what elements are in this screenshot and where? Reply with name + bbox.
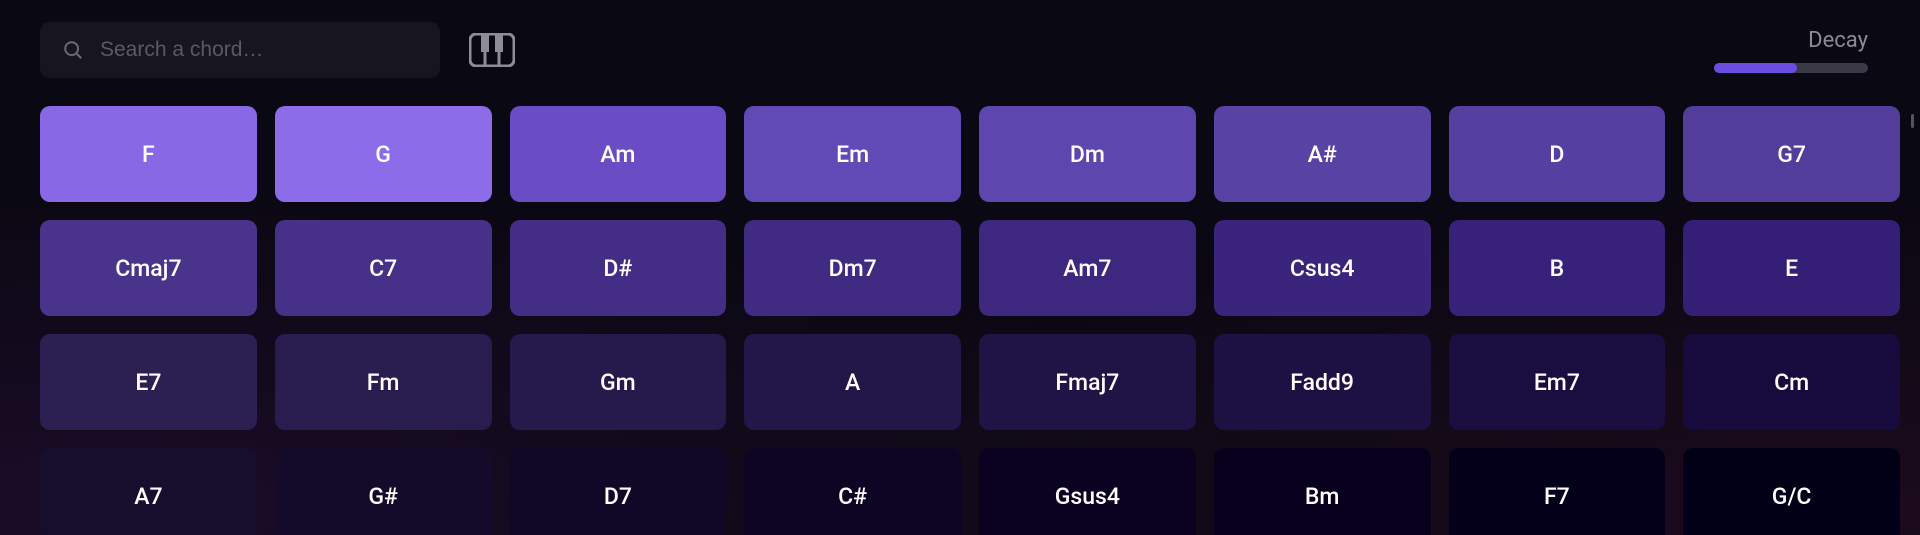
chord-label: Em [836,141,869,168]
chord-button[interactable]: Fadd9 [1214,334,1431,430]
chord-label: C# [838,483,867,510]
chord-label: Csus4 [1290,255,1355,282]
decay-slider-fill [1714,63,1797,73]
chord-label: E [1785,255,1798,282]
chord-button[interactable]: D# [510,220,727,316]
decay-label: Decay [1808,28,1868,53]
chord-label: D# [603,255,632,282]
chord-label: A [845,369,860,396]
chord-button[interactable]: Dm [979,106,1196,202]
chord-button[interactable]: Cmaj7 [40,220,257,316]
chord-button[interactable]: Gsus4 [979,448,1196,535]
chord-label: Am [600,141,635,168]
chord-button[interactable]: Gm [510,334,727,430]
piano-icon [469,33,515,67]
chord-button[interactable]: Em [744,106,961,202]
chord-label: Fm [367,369,400,396]
chord-label: D7 [604,483,632,510]
chord-button[interactable]: Bm [1214,448,1431,535]
chord-label: D [1549,141,1564,168]
chord-label: G# [368,483,398,510]
chord-button[interactable]: E7 [40,334,257,430]
chord-label: B [1550,255,1565,282]
chord-label: Gsus4 [1055,483,1120,510]
scrollbar-thumb[interactable] [1911,114,1914,128]
chord-button[interactable]: G# [275,448,492,535]
chord-label: Cm [1774,369,1809,396]
chord-label: Dm7 [829,255,877,282]
chord-button[interactable]: Dm7 [744,220,961,316]
chord-label: F [142,141,155,168]
chord-button[interactable]: A [744,334,961,430]
chord-button[interactable]: F [40,106,257,202]
chord-label: E7 [135,369,161,396]
search-input[interactable] [100,38,418,62]
chord-button[interactable]: G/C [1683,448,1900,535]
chord-button[interactable]: Fm [275,334,492,430]
chord-label: Em7 [1534,369,1580,396]
chord-button[interactable]: A7 [40,448,257,535]
chord-button[interactable]: C# [744,448,961,535]
chord-grid: F G Am Em Dm A# D G7 Cmaj7 C7 D# Dm7 Am7 Csus4 B E E7 Fm G… [40,106,1900,535]
chord-label: Cmaj7 [115,255,181,282]
chord-button[interactable]: G7 [1683,106,1900,202]
chord-button[interactable]: Fmaj7 [979,334,1196,430]
chord-button[interactable]: Em7 [1449,334,1666,430]
chord-label: Fmaj7 [1055,369,1119,396]
search-box[interactable] [40,22,440,78]
chord-button[interactable]: A# [1214,106,1431,202]
decay-slider[interactable] [1714,63,1868,73]
topbar: Decay [40,22,1880,78]
chord-button[interactable]: C7 [275,220,492,316]
chord-label: C7 [369,255,397,282]
chord-button[interactable]: Csus4 [1214,220,1431,316]
chord-label: F7 [1544,483,1570,510]
chord-label: G7 [1777,141,1806,168]
chord-label: Bm [1305,483,1340,510]
chord-button[interactable]: Am [510,106,727,202]
chord-label: A7 [134,483,162,510]
decay-control: Decay [1714,28,1880,73]
chord-button[interactable]: D7 [510,448,727,535]
keyboard-view-button[interactable] [468,30,516,70]
chord-button[interactable]: D [1449,106,1666,202]
chord-label: Dm [1070,141,1105,168]
chord-button[interactable]: Cm [1683,334,1900,430]
search-icon [62,39,84,61]
chord-button[interactable]: B [1449,220,1666,316]
chord-button[interactable]: G [275,106,492,202]
chord-button[interactable]: E [1683,220,1900,316]
chord-label: Am7 [1063,255,1111,282]
chord-label: G [375,141,391,168]
chord-label: Gm [600,369,636,396]
chord-button[interactable]: Am7 [979,220,1196,316]
chord-label: G/C [1772,483,1812,510]
chord-button[interactable]: F7 [1449,448,1666,535]
chord-label: Fadd9 [1290,369,1354,396]
chord-label: A# [1308,141,1337,168]
